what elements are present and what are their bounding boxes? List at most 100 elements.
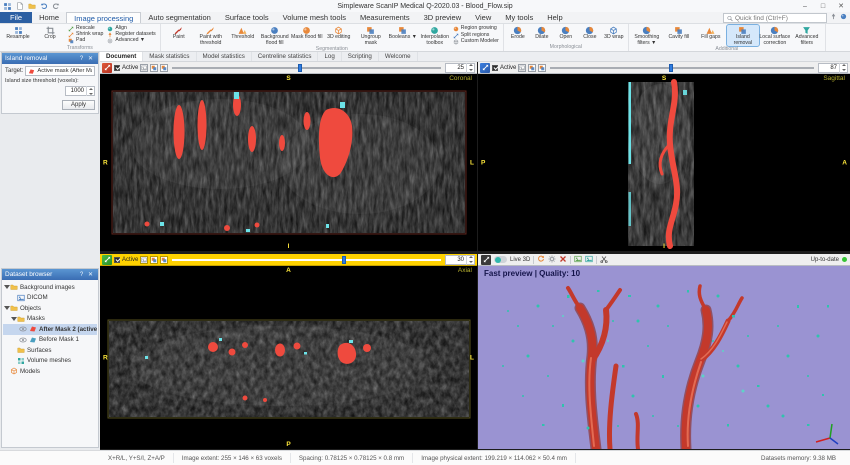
- slice-settings-icon[interactable]: [160, 63, 169, 72]
- threshold-button[interactable]: Threshold: [227, 25, 259, 46]
- booleans-button[interactable]: Booleans ▼: [387, 25, 419, 46]
- coronal-active-checkbox[interactable]: Active: [114, 64, 138, 71]
- redo-icon[interactable]: [51, 2, 60, 11]
- slice-link-icon[interactable]: [528, 63, 537, 72]
- tab-3d-preview[interactable]: 3D preview: [417, 12, 469, 23]
- mask-flood-fill-button[interactable]: Mask flood fill: [291, 25, 323, 46]
- doc-tab-log[interactable]: Log: [318, 52, 342, 61]
- eye-icon[interactable]: [19, 336, 27, 344]
- fill-gaps-button[interactable]: Fill gaps: [695, 25, 727, 46]
- local-surface-correction-button[interactable]: Local surface correction: [759, 25, 791, 46]
- minimize-button[interactable]: –: [796, 0, 814, 12]
- sagittal-slice-slider[interactable]: [548, 63, 816, 73]
- maximize-button[interactable]: □: [814, 0, 832, 12]
- coronal-slice-slider[interactable]: [170, 63, 443, 73]
- sagittal-view-icon[interactable]: [480, 62, 490, 73]
- ungroup-mask-button[interactable]: Ungroup mask: [355, 25, 387, 46]
- cavity-fill-button[interactable]: Cavity fill: [663, 25, 695, 46]
- tab-measurements[interactable]: Measurements: [353, 12, 417, 23]
- coronal-view[interactable]: S R L I Coronal: [100, 74, 477, 251]
- doc-tab-scripting[interactable]: Scripting: [342, 52, 379, 61]
- background-flood-fill-button[interactable]: Background flood fill: [259, 25, 291, 46]
- tree-item-models[interactable]: Models: [3, 366, 97, 377]
- render-settings-icon[interactable]: [548, 255, 556, 265]
- tab-home[interactable]: Home: [32, 12, 66, 23]
- tree-item-after-mask-2[interactable]: After Mask 2 (active): [3, 324, 97, 335]
- tree-item-surfaces[interactable]: Surfaces: [3, 345, 97, 356]
- island-removal-button[interactable]: Island removal: [725, 23, 760, 48]
- tree-item-dicom[interactable]: DICOM: [3, 293, 97, 304]
- slice-copy-icon[interactable]: [140, 63, 149, 72]
- slice-settings-icon[interactable]: [538, 63, 547, 72]
- tree-item-before-mask-1[interactable]: Before Mask 1: [3, 335, 97, 346]
- 3d-wrap-button[interactable]: 3D wrap: [602, 25, 626, 44]
- pad-button[interactable]: Pad: [66, 38, 105, 44]
- slice-link-icon[interactable]: [150, 63, 159, 72]
- dataset-browser-close-button[interactable]: ✕: [86, 271, 95, 278]
- tree-item-objects[interactable]: Objects: [3, 303, 97, 314]
- background-image-icon[interactable]: [585, 255, 593, 265]
- 3d-view-icon[interactable]: [481, 254, 491, 265]
- custom-modeler-button[interactable]: Custom Modeler: [451, 39, 501, 45]
- transforms-advanced-button[interactable]: Advanced ▼: [105, 38, 157, 44]
- threshold-spin-buttons[interactable]: [86, 86, 94, 96]
- expander-icon[interactable]: [3, 285, 10, 290]
- smoothing-filters-button[interactable]: Smoothing filters ▼: [631, 25, 663, 46]
- expander-icon[interactable]: [3, 306, 10, 311]
- slice-copy-icon[interactable]: [518, 63, 527, 72]
- spin-buttons[interactable]: [839, 62, 847, 73]
- doc-tab-welcome[interactable]: Welcome: [379, 52, 418, 61]
- advanced-filters-button[interactable]: Advanced filters: [791, 25, 823, 46]
- tab-volume-mesh-tools[interactable]: Volume mesh tools: [276, 12, 353, 23]
- eye-icon[interactable]: [19, 325, 27, 333]
- tab-surface-tools[interactable]: Surface tools: [218, 12, 276, 23]
- tab-file[interactable]: File: [0, 12, 33, 23]
- snapshot-icon[interactable]: [574, 255, 582, 265]
- pin-icon[interactable]: [829, 12, 837, 20]
- erode-button[interactable]: Erode: [506, 25, 530, 44]
- axial-slice-spinbox[interactable]: 30: [445, 254, 475, 265]
- tab-my-tools[interactable]: My tools: [498, 12, 540, 23]
- slider-handle[interactable]: [298, 63, 303, 72]
- doc-tab-mask-statistics[interactable]: Mask statistics: [143, 52, 197, 61]
- 3d-editing-button[interactable]: 3D editing: [323, 25, 355, 46]
- clip-icon[interactable]: [600, 255, 608, 265]
- resample-button[interactable]: Resample: [2, 25, 34, 45]
- slice-copy-icon[interactable]: [140, 255, 149, 264]
- spin-buttons[interactable]: [466, 62, 474, 73]
- apply-button[interactable]: Apply: [61, 100, 95, 110]
- 3d-preview-view[interactable]: Fast preview | Quality: 10: [478, 266, 850, 449]
- doc-tab-model-statistics[interactable]: Model statistics: [197, 52, 252, 61]
- quick-find-box[interactable]: [723, 13, 827, 23]
- coronal-slice-spinbox[interactable]: 25: [445, 62, 475, 73]
- paint-button[interactable]: Paint: [163, 25, 195, 46]
- tab-help[interactable]: Help: [540, 12, 569, 23]
- coronal-view-icon[interactable]: [102, 62, 112, 73]
- slice-settings-icon[interactable]: [160, 255, 169, 264]
- axial-view[interactable]: A R L P Axial: [100, 266, 477, 449]
- spin-buttons[interactable]: [466, 254, 474, 265]
- sagittal-view[interactable]: S P A I Sagittal: [478, 74, 850, 251]
- new-document-icon[interactable]: [15, 2, 24, 11]
- sagittal-active-checkbox[interactable]: Active: [492, 64, 516, 71]
- slice-link-icon[interactable]: [150, 255, 159, 264]
- tab-auto-segmentation[interactable]: Auto segmentation: [141, 12, 218, 23]
- slider-handle[interactable]: [342, 255, 347, 264]
- interpolation-toolbox-button[interactable]: Interpolation toolbox: [419, 25, 451, 46]
- expander-icon[interactable]: [10, 316, 17, 321]
- close-button[interactable]: ✕: [832, 0, 850, 12]
- sagittal-slice-spinbox[interactable]: 87: [818, 62, 848, 73]
- tree-item-volume-meshes[interactable]: Volume meshes: [3, 356, 97, 367]
- dilate-button[interactable]: Dilate: [530, 25, 554, 44]
- open-button[interactable]: Open: [554, 25, 578, 44]
- axial-slice-slider[interactable]: [170, 255, 443, 265]
- tab-image-processing[interactable]: Image processing: [66, 12, 142, 23]
- tree-item-masks[interactable]: Masks: [3, 314, 97, 325]
- tree-item-background-images[interactable]: Background images: [3, 282, 97, 293]
- dataset-browser-help-button[interactable]: ?: [77, 272, 86, 278]
- help-icon[interactable]: [839, 12, 847, 20]
- axial-view-icon[interactable]: [102, 254, 112, 265]
- cancel-render-icon[interactable]: [559, 255, 567, 265]
- target-combobox[interactable]: Active mask (After Mask 2): [25, 66, 95, 76]
- close-morph-button[interactable]: Close: [578, 25, 602, 44]
